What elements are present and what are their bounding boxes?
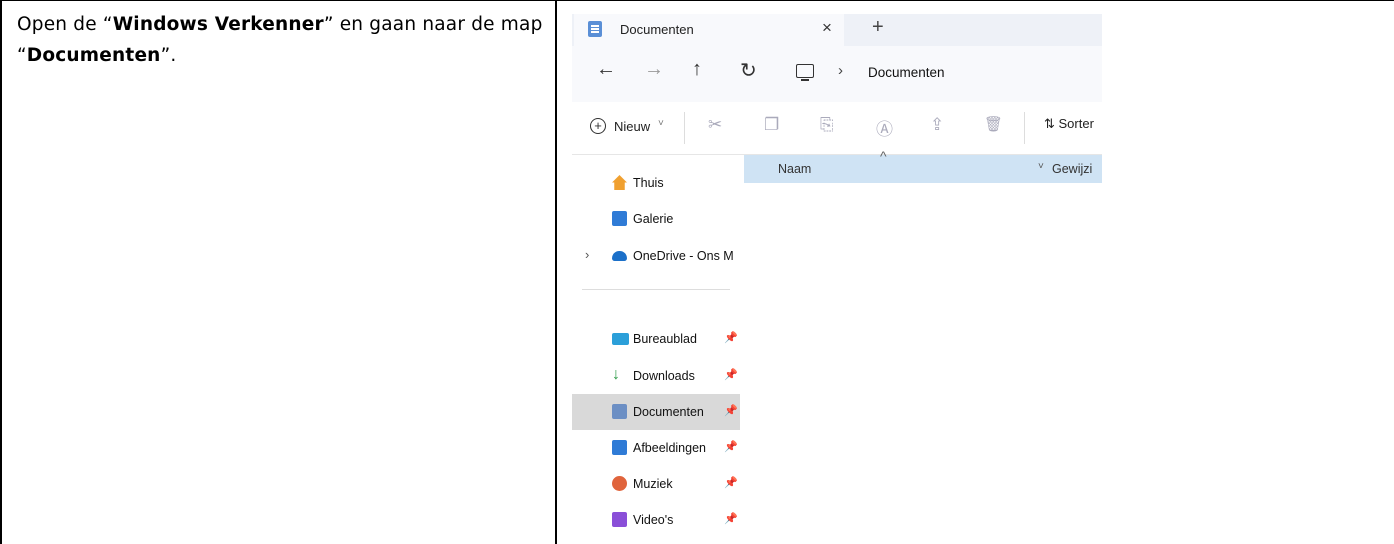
pin-icon[interactable]: 📌: [724, 512, 738, 525]
sidebar-item-documenten[interactable]: Documenten 📌: [572, 394, 740, 430]
sort-ascending-icon: ^: [880, 148, 887, 164]
onedrive-icon: [612, 251, 627, 261]
instruction-part: ”.: [160, 45, 177, 66]
sidebar-item-label: Muziek: [633, 477, 673, 491]
delete-icon[interactable]: 🗑: [984, 115, 1003, 133]
this-pc-icon[interactable]: [796, 64, 814, 81]
chevron-down-icon[interactable]: ˅: [1038, 161, 1044, 172]
sidebar-item-label: Afbeeldingen: [633, 441, 706, 455]
instruction-cell: Open de “Windows Verkenner” en gaan naar…: [0, 0, 557, 544]
pin-icon[interactable]: 📌: [724, 404, 738, 417]
pin-icon[interactable]: 📌: [724, 476, 738, 489]
chevron-right-icon[interactable]: ›: [838, 62, 843, 79]
toolbar-divider: [684, 112, 685, 144]
column-header-row: Naam ^ ˅ Gewijzi: [744, 148, 1102, 183]
file-explorer-screenshot: Documenten × + ← → ↑ ↻ › Documenten + Ni…: [572, 14, 1102, 544]
documents-icon: [588, 21, 602, 37]
sidebar-item-label: Thuis: [633, 176, 664, 190]
chevron-down-icon: ˅: [658, 118, 664, 129]
instruction-bold-documenten: Documenten: [26, 45, 161, 66]
sidebar-item-label: OneDrive - Ons M: [633, 249, 734, 263]
gallery-icon: [612, 211, 627, 226]
instruction-bold-windows-verkenner: Windows Verkenner: [112, 14, 324, 35]
file-list: Naam ^ ˅ Gewijzi: [742, 148, 1102, 544]
forward-icon[interactable]: →: [644, 58, 664, 81]
sidebar-item-label: Bureaublad: [633, 332, 697, 346]
navigation-pane: Thuis Galerie › OneDrive - Ons M Bureaub…: [572, 155, 742, 544]
instruction-text: Open de “Windows Verkenner” en gaan naar…: [17, 9, 543, 71]
new-tab-icon[interactable]: +: [872, 16, 884, 39]
back-icon[interactable]: ←: [596, 58, 616, 81]
rename-icon[interactable]: Ⓐ: [876, 115, 893, 140]
sidebar-item-label: Galerie: [633, 212, 674, 226]
refresh-icon[interactable]: ↻: [740, 58, 757, 83]
sidebar-item-muziek[interactable]: Muziek 📌: [572, 466, 740, 502]
sidebar-item-afbeeldingen[interactable]: Afbeeldingen 📌: [572, 430, 740, 466]
documents-icon: [612, 404, 627, 419]
new-button-label: Nieuw: [614, 119, 651, 134]
column-header-gewijzigd[interactable]: Gewijzi: [1052, 162, 1092, 176]
plus-circle-icon: +: [590, 118, 606, 134]
instruction-part: Open de “: [17, 14, 113, 35]
cut-icon[interactable]: ✂: [708, 115, 722, 135]
pin-icon[interactable]: 📌: [724, 331, 738, 344]
copy-icon[interactable]: ❐: [764, 115, 779, 135]
sidebar-item-galerie[interactable]: Galerie: [572, 201, 740, 237]
download-icon: ↓: [612, 366, 620, 383]
tab-bar: Documenten × +: [572, 14, 1102, 46]
sidebar-item-label: Documenten: [633, 405, 704, 419]
pictures-icon: [612, 440, 627, 455]
close-icon[interactable]: ×: [822, 18, 832, 38]
breadcrumb-documenten[interactable]: Documenten: [868, 65, 945, 80]
sidebar-item-label: Downloads: [633, 369, 695, 383]
column-header-naam[interactable]: Naam: [778, 162, 811, 176]
videos-icon: [612, 512, 627, 527]
sidebar-item-downloads[interactable]: ↓ Downloads 📌: [572, 358, 740, 394]
tab-title: Documenten: [620, 22, 694, 37]
sidebar-item-bureaublad[interactable]: Bureaublad 📌: [572, 321, 740, 357]
navigation-bar: ← → ↑ ↻ › Documenten: [572, 46, 1102, 102]
share-icon[interactable]: ⇪: [930, 115, 944, 135]
desktop-icon: [612, 333, 629, 345]
command-bar: + Nieuw ˅ ✂ ❐ ⎘ Ⓐ ⇪ 🗑 ⇅ Sorter: [572, 102, 1102, 155]
up-icon[interactable]: ↑: [692, 58, 702, 81]
tab-documenten[interactable]: Documenten ×: [574, 14, 844, 46]
paste-icon[interactable]: ⎘: [820, 115, 834, 135]
sidebar-item-videos[interactable]: Video's 📌: [572, 502, 740, 538]
pin-icon[interactable]: 📌: [724, 440, 738, 453]
sidebar-item-onedrive[interactable]: › OneDrive - Ons M: [572, 238, 740, 274]
toolbar-divider: [1024, 112, 1025, 144]
sort-button[interactable]: ⇅ Sorter: [1044, 116, 1094, 132]
pin-icon[interactable]: 📌: [724, 368, 738, 381]
sidebar-item-label: Video's: [633, 513, 674, 527]
chevron-right-icon[interactable]: ›: [585, 247, 589, 262]
music-icon: [612, 476, 627, 491]
home-icon: [612, 175, 627, 190]
sidebar-divider: [582, 289, 730, 290]
sidebar-item-thuis[interactable]: Thuis: [572, 165, 740, 201]
